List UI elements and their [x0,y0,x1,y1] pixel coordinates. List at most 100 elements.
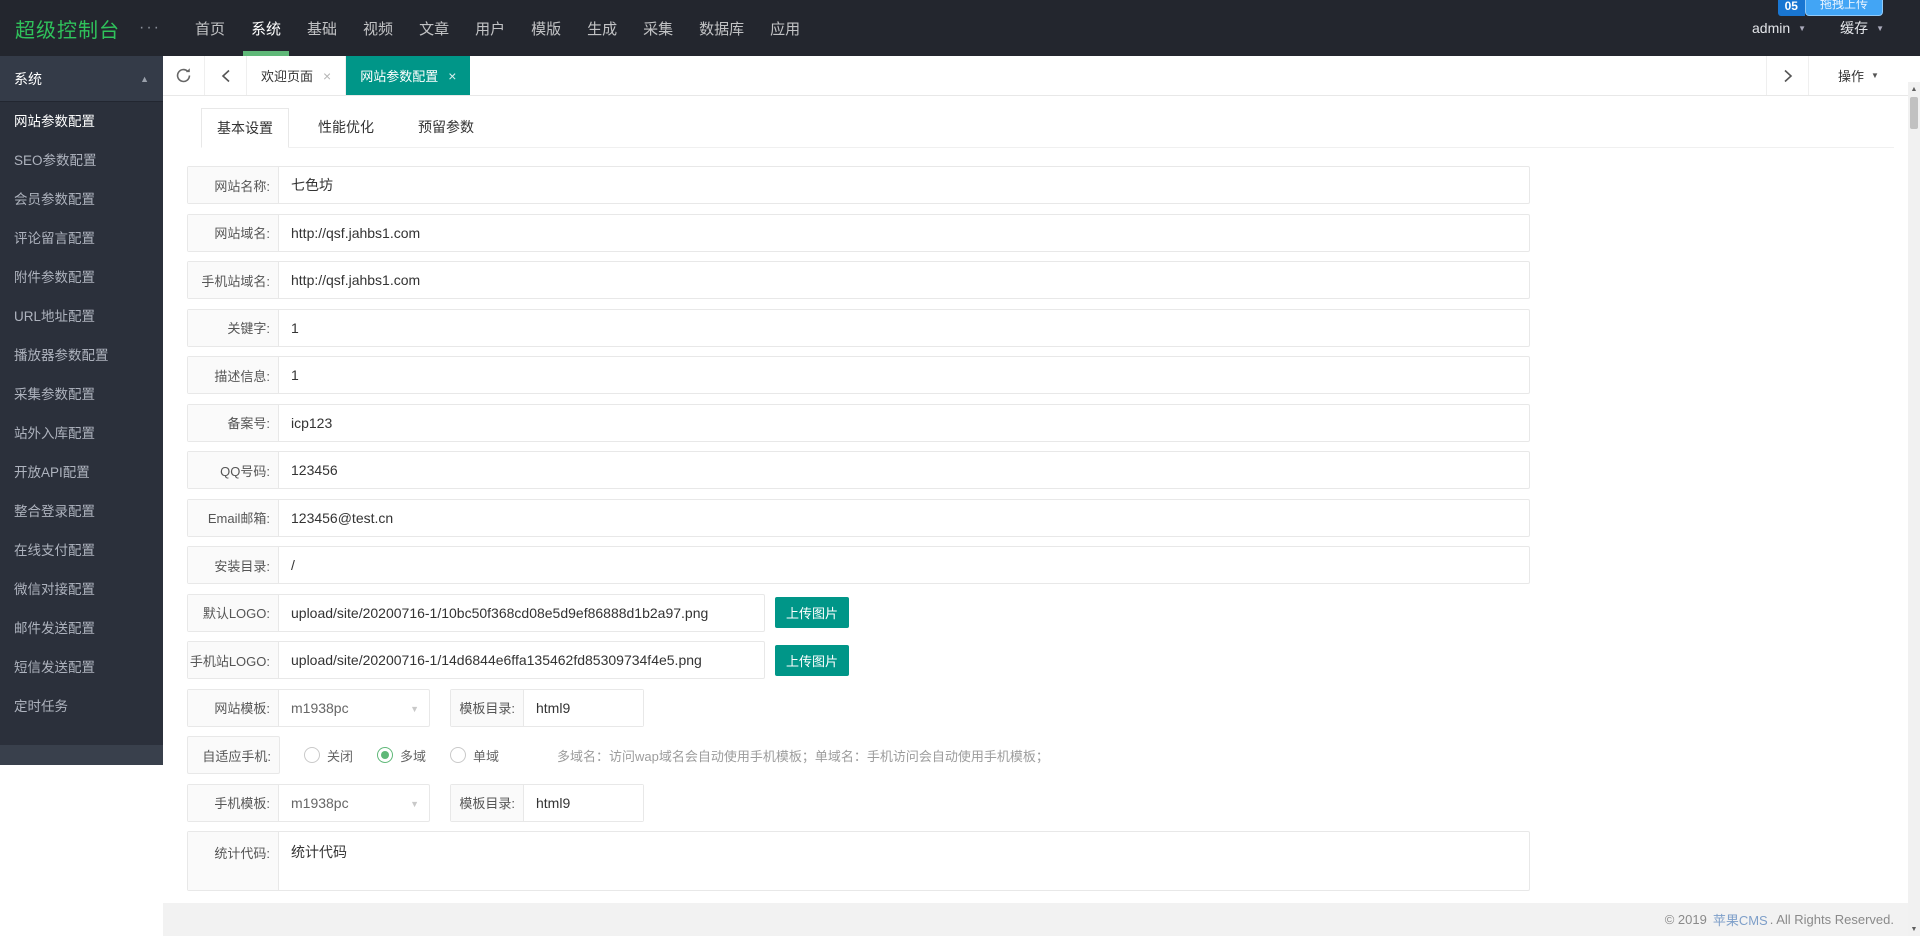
sidebar-footer-bar [0,745,163,765]
settings-tabs: 基本设置 性能优化 预留参数 [201,108,1894,148]
tab-scroll-right-button[interactable] [1766,56,1808,95]
close-icon[interactable]: × [323,68,331,84]
window-tabstrip: 欢迎页面 × 网站参数配置 × 操作 ▼ [163,56,1908,96]
sidebar-item-attachment-params[interactable]: 附件参数配置 [0,258,163,297]
vertical-scrollbar[interactable]: ▲ ▼ [1908,82,1920,936]
maccms-link[interactable]: 苹果CMS [1713,910,1768,929]
sidebar-item-external-storage[interactable]: 站外入库配置 [0,414,163,453]
tab-performance[interactable]: 性能优化 [303,107,389,147]
admin-dropdown[interactable]: admin ▼ [1752,20,1806,36]
cache-dropdown[interactable]: 缓存 ▼ [1840,18,1884,38]
nav-more-icon[interactable]: ··· [130,0,170,56]
tab-scroll-left-button[interactable] [205,56,247,95]
selected-value: m1938pc [291,794,349,811]
sidebar-item-comment-config[interactable]: 评论留言配置 [0,219,163,258]
form-row-mobile-domain: 手机站域名: [187,261,1530,299]
site-template-dir-input[interactable] [524,689,643,726]
tab-label: 网站参数配置 [360,69,439,84]
form-row-default-logo: 默认LOGO: 上传图片 [187,593,1530,632]
adaptive-hint-text: 多域名：访问wap域名会自动使用手机模板；单域名：手机访问会自动使用手机模板； [557,748,1049,764]
field-label: QQ号码: [188,452,279,488]
site-params-form: 网站名称: 网站域名: 手机站域名: 关键字: 描述信息: 备案号: QQ号码: [187,166,1530,891]
tabstrip-right: 操作 ▼ [1766,56,1908,95]
form-row-mobile-template: 手机模板: m1938pc ▼ 模板目录: [187,783,1530,822]
close-icon[interactable]: × [448,68,456,84]
mobile-template-select[interactable]: m1938pc ▼ [279,785,429,821]
nav-item-collect[interactable]: 采集 [630,0,686,56]
app-logo[interactable]: 超级控制台 [0,0,130,56]
sidebar-item-collect-params[interactable]: 采集参数配置 [0,375,163,414]
upload-image-button[interactable]: 上传图片 [775,644,849,676]
site-template-select[interactable]: m1938pc ▼ [279,690,429,726]
nav-item-user[interactable]: 用户 [462,0,518,56]
chevron-down-icon: ▼ [410,703,419,714]
qq-input[interactable] [279,452,1529,488]
radio-icon [377,747,394,763]
nav-item-article[interactable]: 文章 [406,0,462,56]
radio-label: 关闭 [327,748,354,764]
radio-icon [304,747,320,763]
default-logo-input[interactable] [279,594,764,631]
site-domain-input[interactable] [279,214,1529,251]
sidebar-item-email-config[interactable]: 邮件发送配置 [0,609,163,648]
sidebar-item-site-params[interactable]: 网站参数配置 [0,102,163,141]
sidebar-item-online-payment[interactable]: 在线支付配置 [0,531,163,570]
description-input[interactable] [279,357,1529,393]
field-label: 网站名称: [188,167,279,203]
sidebar-item-player-params[interactable]: 播放器参数配置 [0,336,163,375]
tab-site-params[interactable]: 网站参数配置 × [346,56,471,95]
nav-item-system[interactable]: 系统 [238,0,294,56]
sidebar-item-scheduled-tasks[interactable]: 定时任务 [0,687,163,726]
default-logo-group: 默认LOGO: [187,593,765,632]
nav-item-apps[interactable]: 应用 [757,0,813,56]
scrollbar-thumb[interactable] [1910,97,1918,129]
upload-image-button[interactable]: 上传图片 [775,597,849,628]
keywords-input[interactable] [279,309,1529,346]
field-label: Email邮箱: [188,499,279,536]
tab-reserved-params[interactable]: 预留参数 [403,107,489,147]
sidebar-item-integrated-login[interactable]: 整合登录配置 [0,492,163,531]
install-dir-input[interactable] [279,547,1529,583]
form-row-install-dir: 安装目录: [187,546,1530,584]
refresh-button[interactable] [163,56,205,95]
nav-item-template[interactable]: 模版 [518,0,574,56]
scroll-down-arrow[interactable]: ▼ [1908,922,1920,936]
mobile-domain-input[interactable] [279,262,1529,298]
sidebar-item-seo-params[interactable]: SEO参数配置 [0,141,163,180]
tab-basic-settings[interactable]: 基本设置 [201,108,289,148]
mobile-logo-input[interactable] [279,642,764,678]
sidebar-item-sms-config[interactable]: 短信发送配置 [0,648,163,687]
nav-item-home[interactable]: 首页 [182,0,238,56]
mobile-template-dir-input[interactable] [524,784,643,821]
field-label: 默认LOGO: [188,594,279,631]
nav-item-generate[interactable]: 生成 [574,0,630,56]
radio-multi-domain[interactable]: 多域 [377,746,426,765]
radio-single-domain[interactable]: 单域 [450,746,499,765]
chevron-down-icon: ▼ [1871,71,1879,80]
site-name-input[interactable] [279,167,1529,203]
sidebar-item-wechat-config[interactable]: 微信对接配置 [0,570,163,609]
email-input[interactable] [279,499,1529,536]
scroll-up-arrow[interactable]: ▲ [1908,82,1920,96]
field-label: 描述信息: [188,357,279,393]
sidebar-header-system[interactable]: 系统 ▲ [0,56,163,102]
open-tabs: 欢迎页面 × 网站参数配置 × [247,56,471,95]
sidebar-item-url-config[interactable]: URL地址配置 [0,297,163,336]
page-footer: © 2019 苹果CMS . All Rights Reserved. [163,903,1908,936]
radio-close[interactable]: 关闭 [304,746,353,765]
nav-item-database[interactable]: 数据库 [686,0,757,56]
radio-label: 单域 [473,748,500,764]
sidebar-item-open-api[interactable]: 开放API配置 [0,453,163,492]
nav-item-basic[interactable]: 基础 [294,0,350,56]
tab-welcome[interactable]: 欢迎页面 × [247,56,347,95]
form-row-stats-code: 统计代码: 统计代码 [187,831,1530,891]
upload-extension-badge[interactable]: 05 拖拽上传 [1777,0,1883,16]
form-row-description: 描述信息: [187,356,1530,394]
icp-input[interactable] [279,404,1529,441]
chevron-down-icon: ▼ [1876,23,1884,33]
sidebar-item-member-params[interactable]: 会员参数配置 [0,180,163,219]
nav-item-video[interactable]: 视频 [350,0,406,56]
site-template-dir-group: 模板目录: [450,688,644,727]
stats-code-textarea[interactable]: 统计代码 [279,832,1529,890]
operations-dropdown[interactable]: 操作 ▼ [1808,56,1908,95]
